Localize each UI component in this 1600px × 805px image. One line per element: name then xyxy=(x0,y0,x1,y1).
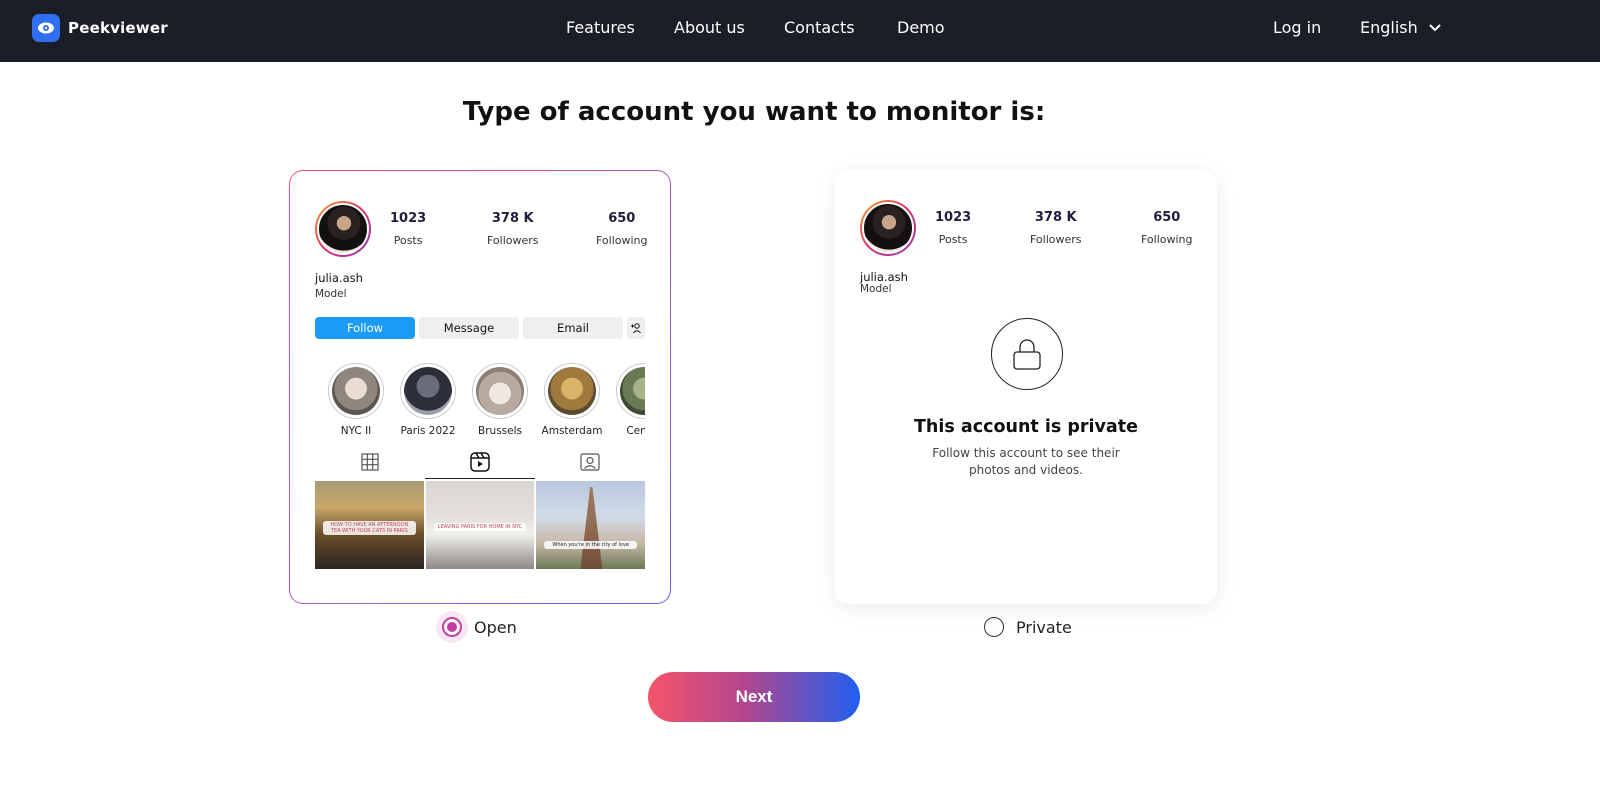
highlight-item[interactable]: Centra xyxy=(608,363,645,437)
nav-link-features[interactable]: Features xyxy=(566,18,635,37)
radio-private[interactable] xyxy=(984,617,1004,637)
private-title: This account is private xyxy=(914,417,1138,437)
top-navbar: Peekviewer Features About us Contacts De… xyxy=(0,0,1600,62)
nav-link-demo[interactable]: Demo xyxy=(897,18,945,37)
story-highlights: NYC II Paris 2022 Brussels Amsterdam Cen… xyxy=(315,363,645,443)
post-thumbnail[interactable]: When you're in the city of love xyxy=(536,481,646,569)
post-grid: HOW TO HAVE AN AFTERNOON TEA WITH YOUR C… xyxy=(315,481,646,569)
stat-followers: 378 K Followers xyxy=(1030,210,1082,246)
option-open-label: Open xyxy=(474,617,517,637)
brand-logo[interactable]: Peekviewer xyxy=(32,14,168,42)
profile-tabs xyxy=(315,449,645,479)
post-thumbnail[interactable]: HOW TO HAVE AN AFTERNOON TEA WITH YOUR C… xyxy=(315,481,424,569)
stat-following: 650 Following xyxy=(596,211,648,247)
eye-icon xyxy=(32,14,60,42)
next-button[interactable]: Next xyxy=(648,672,860,722)
private-account-card[interactable]: 1023 Posts 378 K Followers 650 Following… xyxy=(835,170,1217,604)
tab-reels[interactable] xyxy=(425,449,535,479)
nav-link-about[interactable]: About us xyxy=(674,18,745,37)
stat-posts: 1023 Posts xyxy=(390,211,427,247)
highlight-item[interactable]: Paris 2022 xyxy=(392,363,464,437)
tab-tagged[interactable] xyxy=(535,449,645,479)
highlight-item[interactable]: Amsterdam xyxy=(536,363,608,437)
tagged-icon xyxy=(580,452,600,476)
option-private[interactable]: Private xyxy=(984,617,1072,637)
language-label: English xyxy=(1360,18,1418,37)
highlight-item[interactable]: NYC II xyxy=(320,363,392,437)
open-account-card[interactable]: 1023 Posts 378 K Followers 650 Following… xyxy=(289,170,671,604)
nav-link-contacts[interactable]: Contacts xyxy=(784,18,855,37)
avatar xyxy=(860,200,916,256)
lock-icon xyxy=(991,318,1063,390)
message-button[interactable]: Message xyxy=(419,317,519,339)
language-selector[interactable]: English xyxy=(1360,18,1442,37)
private-subtitle: Follow this account to see their photos … xyxy=(932,446,1120,477)
login-link[interactable]: Log in xyxy=(1273,18,1321,37)
username: julia.ash xyxy=(315,271,363,285)
post-thumbnail[interactable]: LEAVING PARIS FOR HOME IN NYC xyxy=(425,481,535,569)
avatar xyxy=(315,201,371,257)
add-user-icon[interactable] xyxy=(627,317,645,339)
profile-actions: Follow Message Email xyxy=(315,317,645,339)
follow-button[interactable]: Follow xyxy=(315,317,415,339)
grid-icon xyxy=(361,453,379,475)
stat-following: 650 Following xyxy=(1141,210,1193,246)
user-role: Model xyxy=(860,283,892,295)
chevron-down-icon xyxy=(1428,18,1442,37)
brand-name: Peekviewer xyxy=(68,19,168,37)
username: julia.ash xyxy=(860,270,908,284)
stat-followers: 378 K Followers xyxy=(487,211,539,247)
user-role: Model xyxy=(315,288,347,300)
option-private-label: Private xyxy=(1016,617,1072,637)
reels-icon xyxy=(470,451,490,476)
stat-posts: 1023 Posts xyxy=(935,210,972,246)
email-button[interactable]: Email xyxy=(523,317,623,339)
tab-grid[interactable] xyxy=(315,449,425,479)
page-title: Type of account you want to monitor is: xyxy=(462,97,1046,127)
radio-open[interactable] xyxy=(442,617,462,637)
highlight-item[interactable]: Brussels xyxy=(464,363,536,437)
option-open[interactable]: Open xyxy=(442,617,517,637)
